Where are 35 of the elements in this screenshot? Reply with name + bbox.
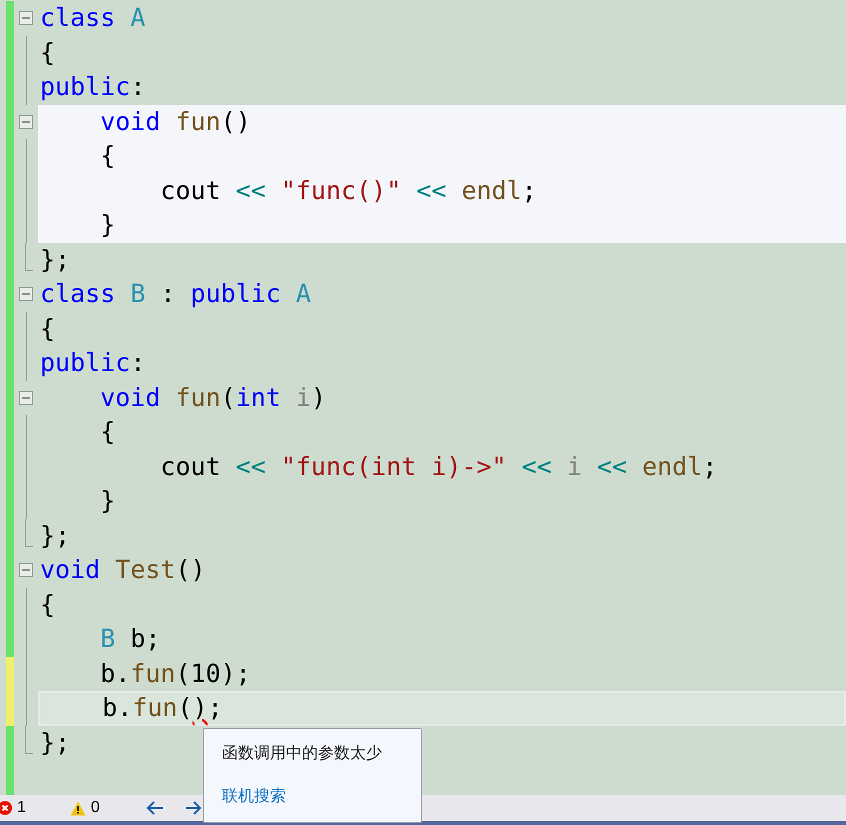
- code-line: B b;: [99, 624, 160, 654]
- code-line: public:: [40, 72, 146, 102]
- collapse-icon[interactable]: [19, 563, 33, 577]
- warning-icon: [70, 800, 86, 816]
- left-arrow-icon[interactable]: [146, 800, 164, 816]
- code-line: {: [99, 141, 116, 172]
- collapse-icon[interactable]: [19, 11, 33, 25]
- collapse-icon[interactable]: [19, 287, 33, 301]
- code-line: class B : public A: [40, 279, 311, 310]
- code-line: {: [40, 38, 56, 68]
- code-line: class A: [40, 3, 146, 34]
- code-line: cout << "func(int i)->" << i << endl;: [159, 452, 718, 482]
- code-line: b.fun(10);: [99, 658, 251, 689]
- code-line: void fun(): [99, 106, 251, 137]
- code-line: b.fun();: [101, 693, 223, 724]
- right-arrow-icon[interactable]: [186, 800, 202, 816]
- code-line: };: [40, 520, 70, 551]
- collapse-icon[interactable]: [19, 114, 33, 128]
- online-search-link[interactable]: 联机搜索: [222, 784, 286, 808]
- code-line: };: [40, 244, 70, 275]
- error-message: 函数调用中的参数太少: [222, 742, 382, 764]
- code-line: void fun(int i): [99, 382, 326, 413]
- error-count[interactable]: 1: [17, 796, 26, 820]
- code-line: {: [40, 590, 56, 620]
- error-icon: [0, 801, 12, 815]
- warning-count[interactable]: 0: [90, 796, 100, 820]
- code-line: }: [99, 486, 116, 516]
- code-line: void Test(): [40, 555, 206, 586]
- code-line: {: [99, 417, 116, 448]
- collapse-icon[interactable]: [19, 390, 33, 404]
- code-line: cout << "func()" << endl;: [159, 176, 537, 206]
- code-line: };: [40, 728, 70, 758]
- code-line: {: [40, 314, 56, 344]
- code-line: }: [99, 210, 116, 240]
- code-line: public:: [40, 348, 146, 378]
